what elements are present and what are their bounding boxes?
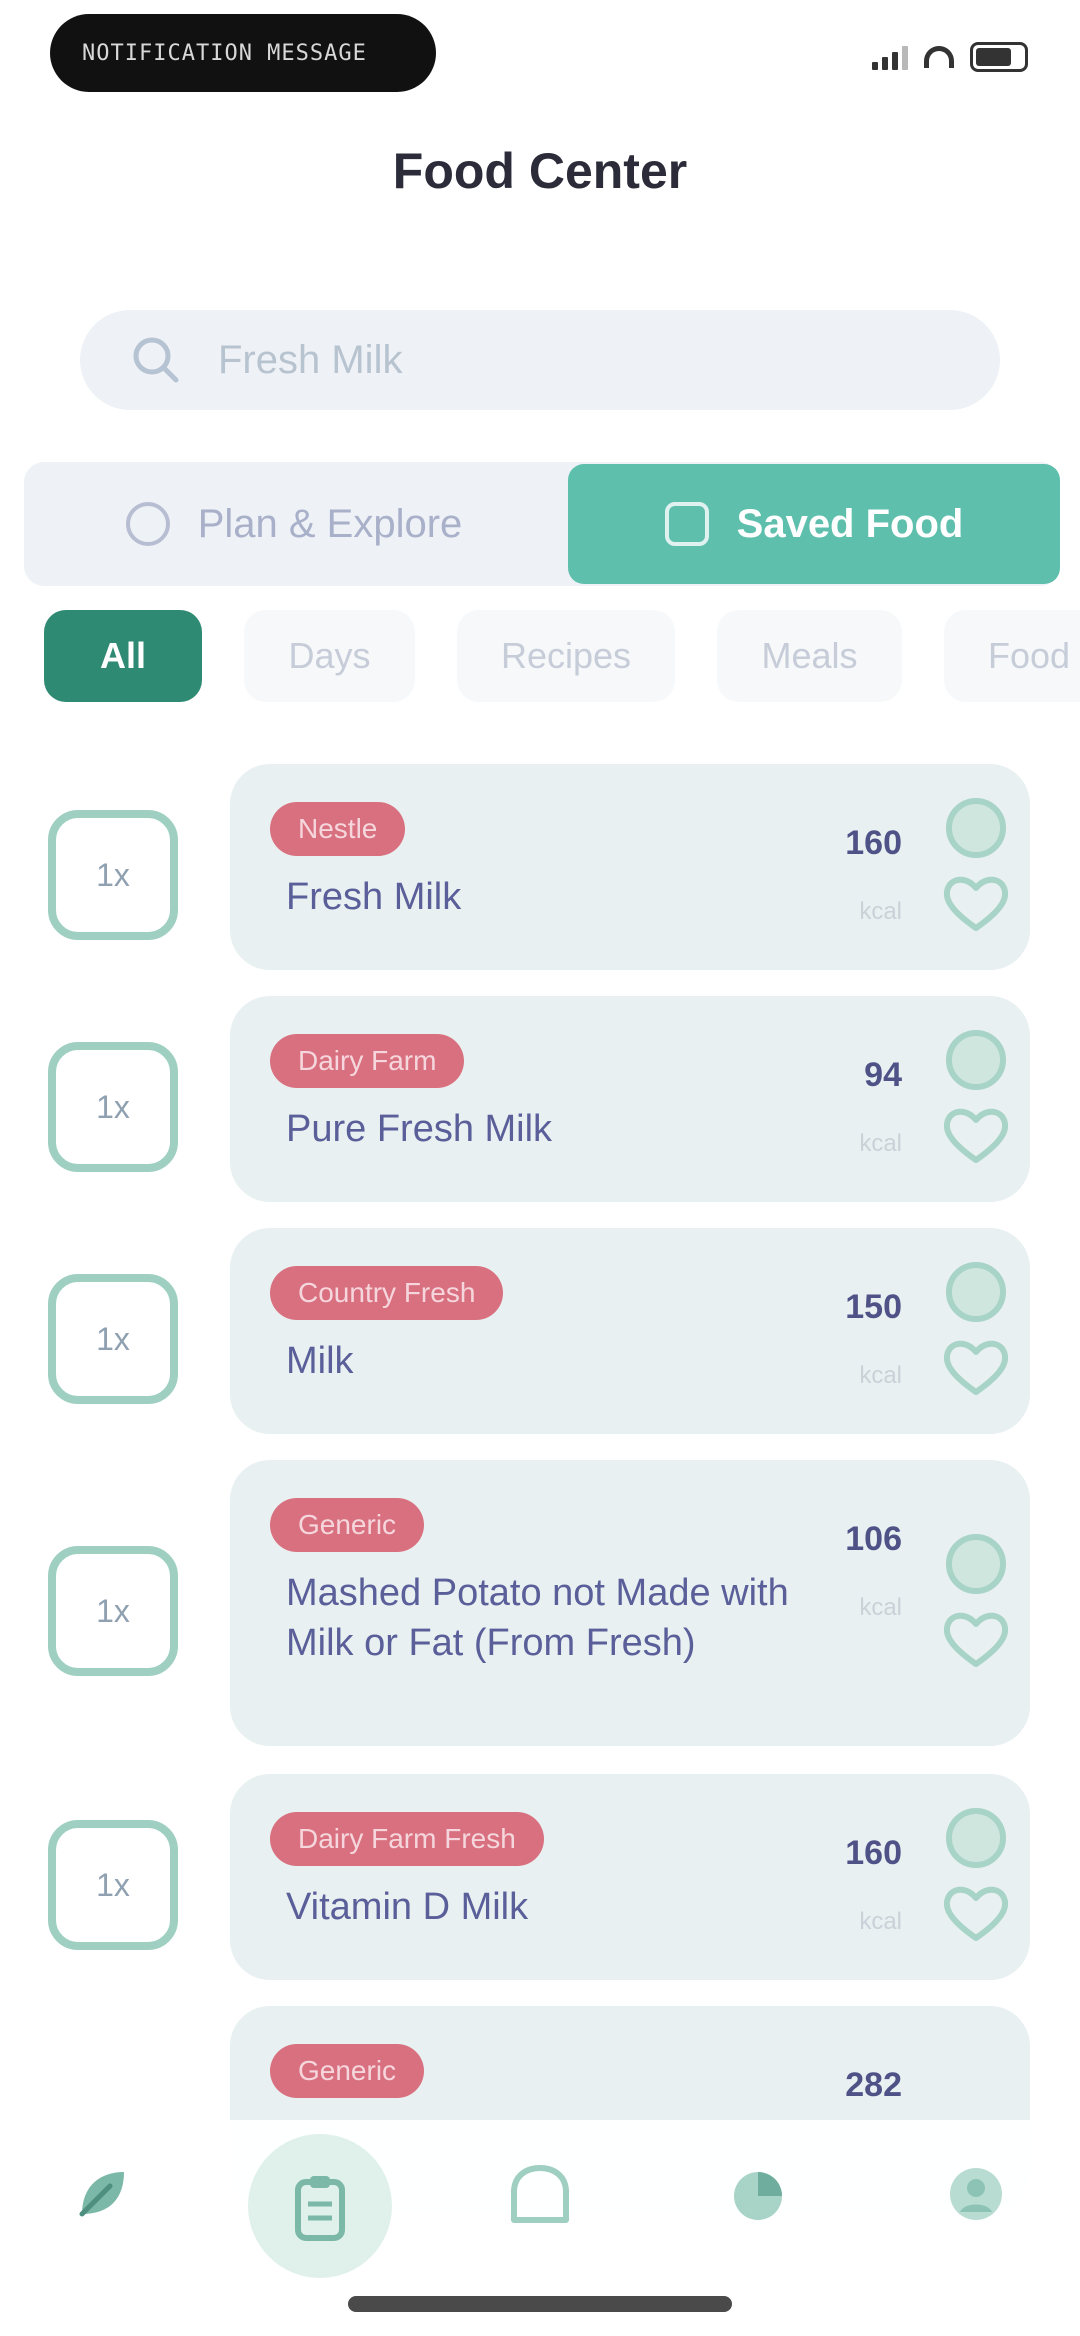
notification-pill[interactable]: NOTIFICATION MESSAGE xyxy=(50,14,436,92)
heart-icon[interactable] xyxy=(940,1606,1012,1670)
nav-chart[interactable] xyxy=(708,2144,808,2244)
food-card[interactable]: Dairy Farm Fresh Vitamin D Milk 160 kcal xyxy=(230,1774,1030,1980)
calories: 282 xyxy=(845,2066,902,2104)
calories: 106 xyxy=(845,1520,902,1558)
brand-tag: Nestle xyxy=(270,802,406,856)
nav-leaf[interactable] xyxy=(52,2144,152,2244)
nav-clipboard[interactable] xyxy=(270,2158,370,2258)
tab-plan-explore[interactable]: Plan & Explore xyxy=(24,462,564,586)
calories: 160 xyxy=(845,1834,902,1872)
tab-plan-explore-label: Plan & Explore xyxy=(197,501,463,546)
food-name: Fresh Milk xyxy=(286,876,462,918)
chip-all[interactable]: All xyxy=(44,610,203,702)
page-title: Food Center xyxy=(392,143,688,199)
bookmark-icon xyxy=(664,502,709,546)
heart-icon[interactable] xyxy=(940,870,1012,934)
search-icon xyxy=(133,337,179,383)
chip-days[interactable]: Days xyxy=(244,610,415,702)
chip-food[interactable]: Food xyxy=(943,610,1080,702)
info-icon[interactable] xyxy=(946,1030,1006,1090)
tab-saved-food-label: Saved Food xyxy=(736,501,964,546)
calorie-unit: kcal xyxy=(859,1130,902,1157)
food-card[interactable]: Generic Mashed Potato not Made with Milk… xyxy=(230,1460,1030,1746)
filter-chips: All Days Recipes Meals Food xyxy=(44,610,1080,706)
food-checkbox[interactable]: 1x xyxy=(48,1820,178,1950)
food-checkbox[interactable]: 1x xyxy=(48,1042,178,1172)
food-name: Mashed Potato not Made with Milk or Fat … xyxy=(286,1572,789,1664)
food-checkbox[interactable]: 1x xyxy=(48,1546,178,1676)
leaf-icon xyxy=(79,2172,124,2217)
calorie-unit: kcal xyxy=(859,1362,902,1389)
heart-icon[interactable] xyxy=(940,1334,1012,1398)
notification-text: NOTIFICATION MESSAGE xyxy=(82,40,367,66)
compass-icon xyxy=(125,502,170,546)
calories: 94 xyxy=(864,1056,902,1094)
heart-icon[interactable] xyxy=(940,1880,1012,1944)
brand-tag: Country Fresh xyxy=(270,1266,504,1320)
info-icon[interactable] xyxy=(946,1534,1006,1594)
home-icon xyxy=(511,2165,569,2223)
checkbox-label: 1x xyxy=(96,1320,130,1357)
brand-tag: Generic xyxy=(270,2044,425,2098)
chip-meals[interactable]: Meals xyxy=(717,610,902,702)
wifi-icon xyxy=(924,46,954,68)
tab-saved-food[interactable]: Saved Food xyxy=(568,464,1060,584)
nav-profile[interactable] xyxy=(926,2144,1026,2244)
status-icons xyxy=(872,42,1028,72)
checkbox-label: 1x xyxy=(96,1866,130,1903)
checkbox-label: 1x xyxy=(96,856,130,893)
food-card[interactable]: Dairy Farm Pure Fresh Milk 94 kcal xyxy=(230,996,1030,1202)
checkbox-label: 1x xyxy=(96,1088,130,1125)
profile-icon xyxy=(950,2168,1002,2220)
search-bar[interactable] xyxy=(80,310,1000,410)
chip-recipes[interactable]: Recipes xyxy=(456,610,676,702)
brand-tag: Dairy Farm Fresh xyxy=(270,1812,544,1866)
food-name: Milk xyxy=(286,1340,354,1382)
calories: 150 xyxy=(845,1288,902,1326)
checkbox-label: 1x xyxy=(96,1592,130,1629)
search-input[interactable] xyxy=(218,337,918,383)
heart-icon[interactable] xyxy=(940,1102,1012,1166)
food-card[interactable]: Country Fresh Milk 150 kcal xyxy=(230,1228,1030,1434)
brand-tag: Generic xyxy=(270,1498,425,1552)
home-indicator[interactable] xyxy=(348,2296,732,2312)
chart-icon xyxy=(734,2172,782,2220)
calorie-unit: kcal xyxy=(859,1908,902,1935)
info-icon[interactable] xyxy=(946,1808,1006,1868)
segmented-control: Plan & Explore Saved Food xyxy=(24,462,1060,586)
signal-icon xyxy=(872,44,908,70)
brand-tag: Dairy Farm xyxy=(270,1034,465,1088)
calorie-unit: kcal xyxy=(859,1594,902,1621)
nav-home[interactable] xyxy=(490,2144,590,2244)
food-checkbox[interactable]: 1x xyxy=(48,810,178,940)
info-icon[interactable] xyxy=(946,798,1006,858)
food-name: Vitamin D Milk xyxy=(286,1886,529,1928)
clipboard-icon xyxy=(295,2176,345,2241)
food-name: Pure Fresh Milk xyxy=(286,1108,553,1150)
calorie-unit: kcal xyxy=(859,898,902,925)
info-icon[interactable] xyxy=(946,1262,1006,1322)
status-bar: NOTIFICATION MESSAGE xyxy=(0,0,1080,110)
calories: 160 xyxy=(845,824,902,862)
food-card[interactable]: Nestle Fresh Milk 160 kcal xyxy=(230,764,1030,970)
food-checkbox[interactable]: 1x xyxy=(48,1274,178,1404)
battery-icon xyxy=(970,42,1028,72)
